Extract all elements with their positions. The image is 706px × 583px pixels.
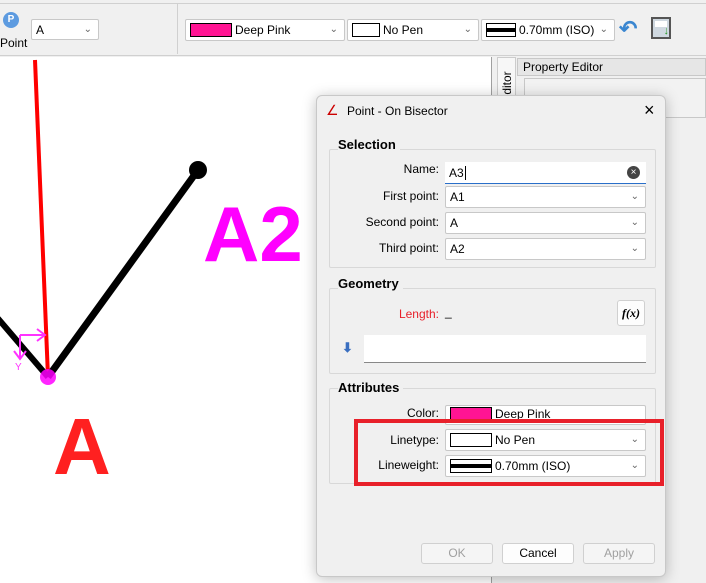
lineweight-swatch [486,23,516,37]
third-point-label: Third point: [378,241,439,255]
chevron-down-icon: ⌄ [463,24,472,35]
linetype-select[interactable]: No Pen ⌄ [347,19,479,41]
attributes-title: Attributes [338,380,404,395]
label-a2: A2 [203,190,303,278]
chevron-down-icon: ⌄ [630,243,639,254]
second-point-label: Second point: [365,215,439,229]
highlight-box [354,419,664,486]
toolbar: P Point A ⌄ Deep Pink ⌄ No Pen ⌄ 0.70mm (IS… [0,0,706,56]
expand-down-arrow-icon[interactable]: ⬇ [342,340,353,356]
clear-icon[interactable]: × [627,166,640,179]
chevron-down-icon: ⌄ [83,24,92,35]
lineweight-select[interactable]: 0.70mm (ISO) ⌄ [481,19,615,41]
length-value: _ [445,305,452,319]
second-point-select[interactable]: A ⌄ [445,212,646,234]
name-input[interactable]: A3 × [445,162,646,184]
undo-arrow-icon[interactable]: ↶ [619,16,637,42]
linetype-swatch [352,23,380,37]
cancel-button[interactable]: Cancel [502,543,574,564]
bisector-icon: ∠ [326,102,339,118]
property-editor-title: Property Editor [517,58,706,76]
color-label: Color: [406,406,439,420]
dialog-title-bar: ∠ Point - On Bisector × [317,96,665,126]
dialog-point-on-bisector: ∠ Point - On Bisector × Selection Name: … [316,95,666,577]
black-line-right [45,167,201,380]
third-point-value: A2 [450,242,465,256]
close-icon[interactable]: × [644,100,655,121]
chevron-down-icon: ⌄ [329,24,338,35]
apply-button[interactable]: Apply [583,543,655,564]
color-select-value: Deep Pink [235,23,291,37]
point-select[interactable]: A ⌄ [31,19,99,40]
point-select-value: A [36,22,45,37]
first-point-select[interactable]: A1 ⌄ [445,186,646,208]
third-point-select[interactable]: A2 ⌄ [445,238,646,260]
ok-button[interactable]: OK [421,543,493,564]
chevron-down-icon: ⌄ [630,217,639,228]
color-select[interactable]: Deep Pink ⌄ [185,19,345,41]
point-a2-dot [189,161,207,179]
length-formula-input[interactable] [364,335,646,363]
chevron-down-icon: ⌄ [599,24,608,35]
toolbar-separator [177,4,178,54]
formula-button[interactable]: f(x) [617,300,645,326]
first-point-label: First point: [382,189,439,203]
chevron-down-icon: ⌄ [630,191,639,202]
second-point-value: A [450,216,459,230]
axis-y-label: Y [15,362,22,373]
label-a: A [53,402,111,491]
geometry-title: Geometry [338,276,403,291]
first-point-value: A1 [450,190,465,204]
name-label: Name: [403,162,439,176]
color-swatch [190,23,232,37]
selection-title: Selection [338,137,400,152]
length-label: Length: [398,307,439,321]
point-zoom-icon: P [3,12,19,28]
black-line-left [0,316,51,379]
point-a-marker [40,369,56,385]
lineweight-select-value: 0.70mm (ISO) [519,23,595,37]
point-tool-label: Point [0,36,28,50]
top-divider [0,3,706,4]
name-input-value: A3 [449,165,466,180]
point-tool-button[interactable]: P Point [0,10,28,52]
linetype-select-value: No Pen [383,23,424,37]
save-icon[interactable]: ↓ [651,17,671,39]
dialog-title: Point - On Bisector [347,104,448,118]
